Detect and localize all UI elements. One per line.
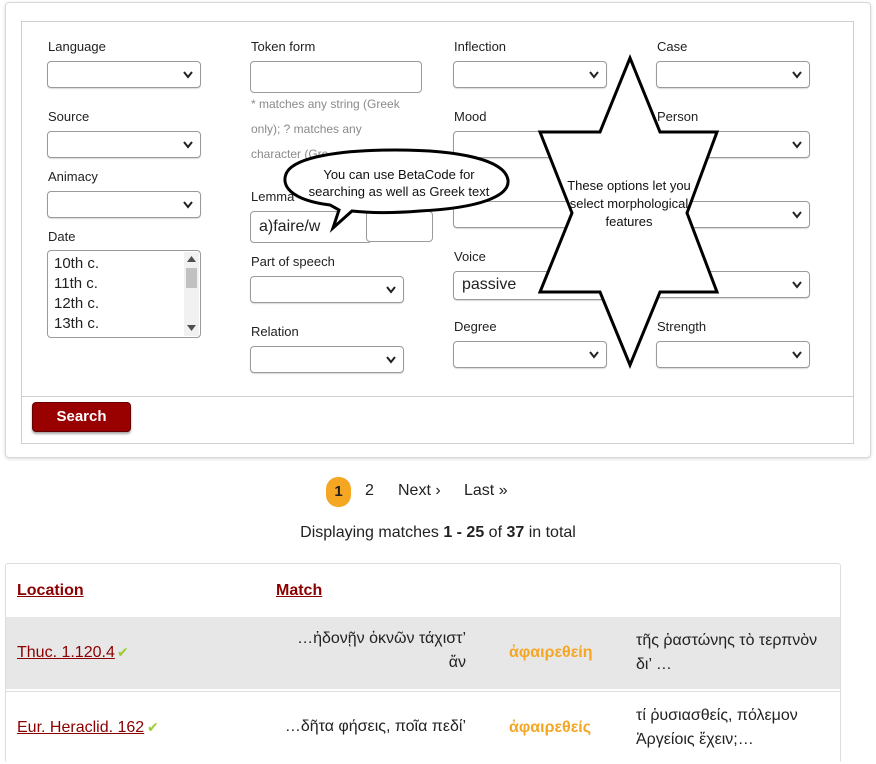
location-link[interactable]: Eur. Heraclid. 162 [17,719,144,737]
animacy-select[interactable] [47,191,201,218]
pre-context-line: ἄν [448,654,466,671]
pre-context-line: …δῆτα φήσεις, ποῖα πεδί’ [284,718,466,735]
summary-range: 1 - 25 [443,524,485,541]
search-button[interactable]: Search [32,402,131,432]
match-post-context: τί ῥυσιασθείς, πόλεμον Ἀργείοις ἕχειν;… [636,704,826,752]
form-divider [21,396,854,397]
post-context-line: Ἀργείοις ἕχειν;… [636,731,754,748]
match-pre-context: …δῆτα φήσεις, ποῖα πεδί’ [266,715,466,739]
chevron-down-icon [183,201,193,209]
mood-select[interactable] [453,131,607,158]
listbox-scrollbar[interactable] [184,252,199,336]
page-2-link[interactable]: 2 [365,475,374,507]
chevron-down-icon [792,281,802,289]
date-label: Date [48,229,76,244]
person-select[interactable] [656,131,810,158]
source-select[interactable] [47,131,201,158]
match-pre-context: …ἡδονῇν ὀκνῶν τάχιστ’ ἄν [266,627,466,675]
location-column-header[interactable]: Location [17,582,84,600]
date-option[interactable]: 10th c. [48,254,200,274]
betacode-bubble-text: You can use BetaCode for searching as we… [308,167,490,199]
inflection-select[interactable] [453,61,607,88]
morphology-star-text: These options let you select morphologic… [567,178,691,229]
token-hint-line-2: only); ? matches any [251,122,362,136]
part-of-speech-label: Part of speech [251,254,335,269]
gender-select[interactable] [656,271,810,298]
language-label: Language [48,39,106,54]
inflection-label: Inflection [454,39,507,54]
last-page-link[interactable]: Last » [464,475,508,507]
part-of-speech-select[interactable] [250,276,404,303]
chevron-down-icon [792,211,802,219]
chevron-down-icon [386,286,396,294]
table-row: Eur. Heraclid. 162 ✔ …δῆτα φήσεις, ποῖα … [6,691,840,763]
chevron-down-icon [386,356,396,364]
lemma-extra-input[interactable] [366,211,433,242]
token-form-label: Token form [251,39,316,54]
scroll-up-icon[interactable] [187,256,196,262]
person-label: Person [657,109,699,124]
page-current[interactable]: 1 [326,477,351,507]
scroll-down-icon[interactable] [187,325,196,331]
case-select[interactable] [656,61,810,88]
voice-label: Voice [454,249,486,264]
results-table: Location Match Thuc. 1.120.4 ✔ …ἡδονῇν ὀ… [5,563,841,763]
post-context-line: τί ῥυσιασθείς, πόλεμον [636,707,798,724]
pagination: 1 2 Next › Last » [0,475,876,507]
checkmark-icon: ✔ [117,644,129,660]
match-column-header[interactable]: Match [276,582,322,600]
degree-label: Degree [454,319,497,334]
next-page-link[interactable]: Next › [398,475,441,507]
chevron-down-icon [792,141,802,149]
post-context-line: δι’ … [636,656,672,673]
summary-suffix: in total [524,524,576,541]
token-hint-line-1: * matches any string (Greek [251,97,400,111]
results-summary: Displaying matches 1 - 25 of 37 in total [0,524,876,542]
lemma-label: Lemma [251,189,295,204]
relation-select[interactable] [250,346,404,373]
post-context-line: τῆς ῥαστώνης τὸ τερπνὸν [636,632,818,649]
relation-label: Relation [251,324,299,339]
pre-context-line: …ἡδονῇν ὀκνῶν τάχιστ’ [297,630,466,647]
checkmark-icon: ✔ [147,719,159,735]
scrollbar-thumb[interactable] [186,268,197,288]
date-option[interactable]: 11th c. [48,274,200,294]
mood-label: Mood [454,109,487,124]
summary-of: of [484,524,507,541]
case-label: Case [657,39,688,54]
voice-select[interactable]: passive [453,271,607,300]
chevron-down-icon [183,141,193,149]
degree-select[interactable] [453,341,607,368]
voice-value: passive [462,276,517,293]
token-form-input[interactable] [250,61,422,93]
chevron-down-icon [792,351,802,359]
token-hint-line-3: character (Gre [251,147,329,161]
date-option[interactable]: 12th c. [48,294,200,314]
summary-prefix: Displaying matches [300,524,444,541]
location-link[interactable]: Thuc. 1.120.4 [17,644,115,662]
summary-total: 37 [506,524,525,541]
source-label: Source [48,109,90,124]
table-row: Thuc. 1.120.4 ✔ …ἡδονῇν ὀκνῶν τάχιστ’ ἄν… [6,617,840,689]
strength-label: Strength [657,319,707,334]
strength-select[interactable] [656,341,810,368]
date-option[interactable]: 13th c. [48,314,200,334]
language-select[interactable] [47,61,201,88]
date-listbox[interactable]: 10th c. 11th c. 12th c. 13th c. [47,250,201,338]
chevron-down-icon [589,351,599,359]
match-hit: ἀφαιρεθείη [509,644,593,661]
chevron-down-icon [183,71,193,79]
match-post-context: τῆς ῥαστώνης τὸ τερπνὸν δι’ … [636,629,826,677]
match-hit: ἀφαιρεθείς [509,719,592,736]
chevron-down-icon [792,71,802,79]
chevron-down-icon [589,71,599,79]
animacy-label: Animacy [48,169,98,184]
lemma-input[interactable]: a)faire/w [250,211,372,243]
